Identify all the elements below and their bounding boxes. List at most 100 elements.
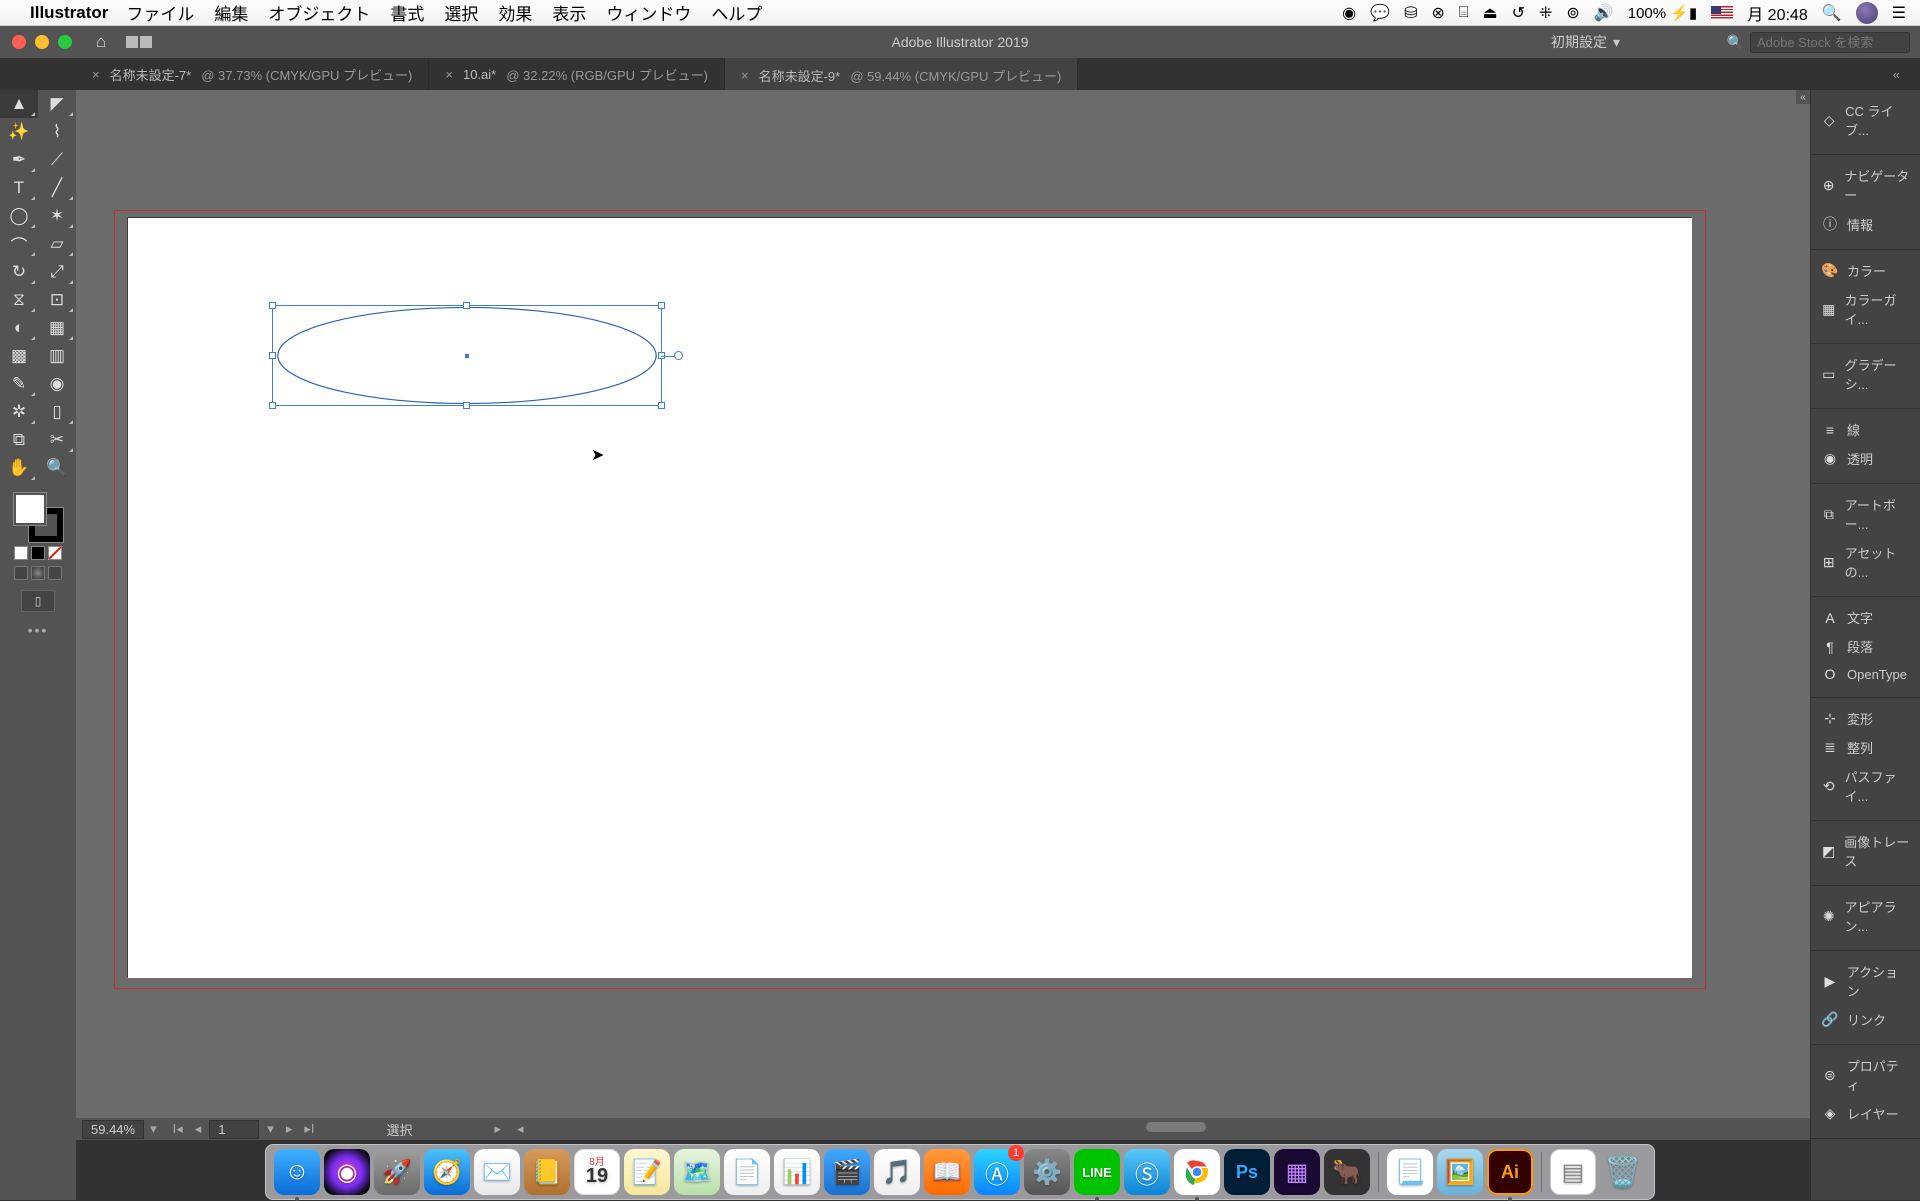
document-tab[interactable]: × 10.ai* @ 32.22% (RGB/GPU プレビュー) [429, 58, 725, 90]
menu-select[interactable]: 選択 [444, 0, 478, 25]
artboard-number-field[interactable]: 1 [209, 1120, 259, 1139]
draw-mode-button[interactable]: ▯ [21, 590, 55, 612]
screen-mode-normal[interactable] [14, 566, 28, 580]
wifi-icon[interactable]: ⊚ [1566, 3, 1579, 23]
panel-expand-handle[interactable]: « [1796, 90, 1810, 104]
rectangle-tool[interactable]: ◯ [0, 202, 38, 230]
panel-カラーガイ...[interactable]: ▦カラーガイ... [1811, 285, 1920, 333]
scale-tool[interactable]: ⤢ [38, 258, 76, 286]
blend-tool[interactable]: ◉ [38, 370, 76, 398]
resize-handle[interactable] [269, 402, 276, 409]
selection-tool[interactable]: ▲ [0, 90, 38, 118]
scrollbar-thumb[interactable] [1146, 1122, 1206, 1132]
dock-systempreferences-icon[interactable]: ⚙️ [1024, 1149, 1070, 1195]
dock-line-icon[interactable]: LINE [1074, 1149, 1120, 1195]
stock-search-input[interactable] [1750, 32, 1910, 53]
dock-stickies-icon[interactable]: ▤ [1550, 1149, 1596, 1195]
canvas-area[interactable]: ➤ [76, 90, 1810, 1118]
minimize-window-button[interactable] [35, 35, 49, 49]
status-popup-button[interactable]: ▸ [491, 1121, 506, 1137]
prev-artboard-button[interactable]: ◂ [191, 1121, 206, 1137]
rotate-tool[interactable]: ↻ [0, 258, 38, 286]
record-icon[interactable]: ◉ [1342, 3, 1356, 23]
clock[interactable]: 月 20:48 [1747, 1, 1808, 25]
printer-icon[interactable]: ⌸ [1459, 4, 1469, 22]
panel-アートボー...[interactable]: ⧉アートボー... [1811, 490, 1920, 538]
artboard-dropdown-icon[interactable]: ▾ [263, 1121, 278, 1137]
dock-mail-icon[interactable]: ✉️ [474, 1149, 520, 1195]
zoom-level-field[interactable]: 59.44% [82, 1120, 144, 1139]
dock-maps-icon[interactable]: 🗺️ [674, 1149, 720, 1195]
zoom-window-button[interactable] [58, 35, 72, 49]
close-window-button[interactable] [12, 35, 26, 49]
dock-safari-icon[interactable]: 🧭 [424, 1149, 470, 1195]
spotlight-icon[interactable]: 🔍 [1822, 3, 1842, 23]
user-avatar-icon[interactable] [1856, 2, 1878, 24]
shape-builder-tool[interactable]: ◐ [0, 314, 38, 342]
dock-appstore-icon[interactable]: Ⓐ1 [974, 1149, 1020, 1195]
panel-アセットの...[interactable]: ⊞アセットの... [1811, 538, 1920, 586]
panel-段落[interactable]: ¶段落 [1811, 632, 1920, 661]
menu-edit[interactable]: 編集 [214, 0, 248, 25]
dock-itunes-icon[interactable]: 🎵 [874, 1149, 920, 1195]
graph-tool[interactable]: ▯ [38, 398, 76, 426]
dock-chrome-icon[interactable] [1174, 1149, 1220, 1195]
menu-help[interactable]: ヘルプ [711, 0, 762, 25]
panel-ナビゲーター[interactable]: ⊕ナビゲーター [1811, 161, 1920, 209]
battery-text[interactable]: 100% ⚡▮ [1628, 4, 1697, 22]
dock-pages-icon[interactable]: 📄 [724, 1149, 770, 1195]
app-name[interactable]: Illustrator [30, 3, 108, 23]
dock-trash-icon[interactable]: 🗑️ [1600, 1149, 1646, 1195]
dock-ibooks-icon[interactable]: 📖 [924, 1149, 970, 1195]
lasso-tool[interactable]: ⌇ [38, 118, 76, 146]
resize-handle[interactable] [658, 402, 665, 409]
pie-widget-handle[interactable] [674, 351, 683, 360]
dock-preview-icon[interactable]: 🖼️ [1437, 1149, 1483, 1195]
dock-photoshop-icon[interactable]: Ps [1224, 1149, 1270, 1195]
panel-変形[interactable]: ⊹変形 [1811, 704, 1920, 733]
dock-trading-icon[interactable]: 🐂 [1324, 1149, 1370, 1195]
panel-カラー[interactable]: 🎨カラー [1811, 256, 1920, 285]
panel-線[interactable]: ≡線 [1811, 415, 1920, 444]
menu-object[interactable]: オブジェクト [268, 0, 370, 25]
hand-tool[interactable]: ✋ [0, 454, 38, 482]
dock-numbers-icon[interactable]: 📊 [774, 1149, 820, 1195]
eyedropper-tool[interactable]: ✎ [0, 370, 38, 398]
width-tool[interactable]: ⧖ [0, 286, 38, 314]
panel-画像トレース[interactable]: ◩画像トレース [1811, 827, 1920, 875]
close-tab-icon[interactable]: × [92, 67, 100, 82]
next-artboard-button[interactable]: ▸ [282, 1121, 297, 1137]
close-tab-icon[interactable]: × [741, 68, 749, 83]
dock-keynote-icon[interactable]: 🎬 [824, 1149, 870, 1195]
input-source-icon[interactable] [1711, 6, 1733, 20]
dock-textedit-icon[interactable]: 📃 [1387, 1149, 1433, 1195]
panel-OpenType[interactable]: OOpenType [1811, 661, 1920, 687]
bluetooth-icon[interactable]: ⁜ [1539, 3, 1552, 23]
fill-swatch[interactable] [13, 492, 47, 526]
dock-siri-icon[interactable]: ◉ [324, 1149, 370, 1195]
home-button[interactable]: ⌂ [96, 32, 106, 52]
document-tab-active[interactable]: × 名称未設定-9* @ 59.44% (CMYK/GPU プレビュー) [725, 58, 1078, 90]
panel-CC ライブ...[interactable]: ◇CC ライブ... [1811, 96, 1920, 144]
volume-icon[interactable]: 🔊 [1594, 3, 1614, 23]
timemachine-icon[interactable]: ↺ [1512, 3, 1525, 23]
panel-レイヤー[interactable]: ◈レイヤー [1811, 1099, 1920, 1128]
panel-文字[interactable]: A文字 [1811, 603, 1920, 632]
symbol-sprayer-tool[interactable]: ✲ [0, 398, 38, 426]
zoom-tool[interactable]: 🔍 [38, 454, 76, 482]
document-tab[interactable]: × 名称未設定-7* @ 37.73% (CMYK/GPU プレビュー) [76, 58, 429, 90]
resize-handle[interactable] [463, 402, 470, 409]
menu-type[interactable]: 書式 [390, 0, 424, 25]
resize-handle[interactable] [269, 352, 276, 359]
panel-リンク[interactable]: 🔗リンク [1811, 1005, 1920, 1034]
dock-contacts-icon[interactable]: 📒 [524, 1149, 570, 1195]
menu-file[interactable]: ファイル [126, 0, 194, 25]
color-mode-gradient[interactable] [31, 546, 45, 560]
eraser-tool[interactable]: ▱ [38, 230, 76, 258]
menu-effect[interactable]: 効果 [498, 0, 532, 25]
panel-アクション[interactable]: ▶アクション [1811, 957, 1920, 1005]
status-prev-button[interactable]: ◂ [513, 1121, 528, 1137]
dock-mediaencoder-icon[interactable]: ▦ [1274, 1149, 1320, 1195]
dock-finder-icon[interactable]: ☺ [274, 1149, 320, 1195]
first-artboard-button[interactable]: I◂ [169, 1121, 187, 1137]
